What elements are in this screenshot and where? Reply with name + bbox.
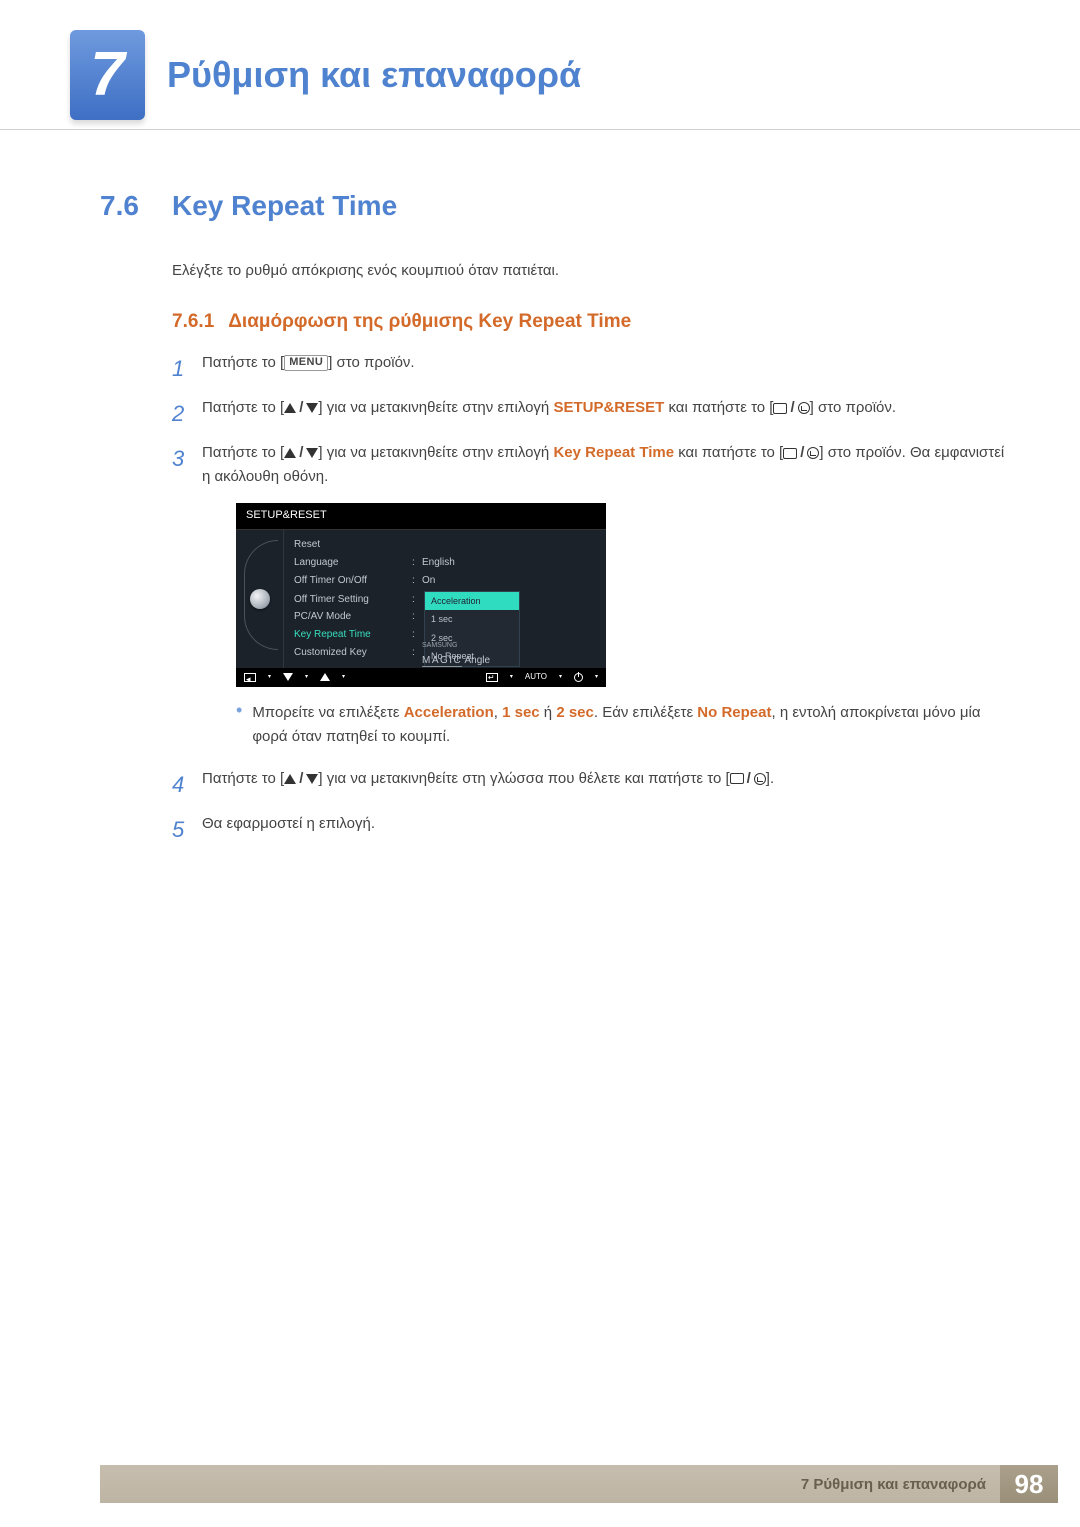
highlight-text: 1 sec xyxy=(502,704,540,721)
step-text: Πατήστε το [/] για να μετακινηθείτε στην… xyxy=(202,396,1005,431)
osd-screenshot: SETUP&RESET Reset Language:English Off T… xyxy=(236,503,606,686)
step-number: 2 xyxy=(172,396,202,431)
content-area: 7.6 Key Repeat Time Ελέγξτε το ρυθμό από… xyxy=(0,130,1080,847)
osd-menu: Reset Language:English Off Timer On/Off:… xyxy=(284,530,606,668)
highlight-text: Acceleration xyxy=(404,704,494,721)
bullet-icon: • xyxy=(236,701,242,749)
menu-button-icon: MENU xyxy=(284,355,328,370)
step-number: 1 xyxy=(172,351,202,386)
page-number: 98 xyxy=(1000,1465,1058,1503)
up-down-icon: / xyxy=(284,441,318,465)
subsection-heading: 7.6.1 Διαμόρφωση της ρύθμισης Key Repeat… xyxy=(172,311,1005,333)
text: ] για να μετακινηθείτε στη γλώσσα που θέ… xyxy=(318,770,729,787)
text: ]. xyxy=(766,770,774,787)
text: και πατήστε το [ xyxy=(674,444,783,461)
screen-enter-icon: / xyxy=(783,441,819,465)
text: Μπορείτε να επιλέξετε xyxy=(252,704,403,721)
text: ] για να μετακινηθείτε στην επιλογή xyxy=(318,399,553,416)
text: ή xyxy=(540,704,557,721)
step-text: Πατήστε το [/] για να μετακινηθείτε στην… xyxy=(202,441,1005,756)
power-icon xyxy=(574,673,583,682)
step-text: Πατήστε το [/] για να μετακινηθείτε στη … xyxy=(202,767,1005,802)
samsung-label: SAMSUNG xyxy=(422,642,457,649)
osd-row-reset: Reset xyxy=(284,536,606,554)
osd-title: SETUP&RESET xyxy=(236,503,606,530)
text: Πατήστε το [ xyxy=(202,354,284,371)
up-icon xyxy=(320,673,330,681)
bullet-text: Μπορείτε να επιλέξετε Acceleration, 1 se… xyxy=(252,701,1005,749)
osd-row-off-timer-onoff: Off Timer On/Off:On xyxy=(284,572,606,590)
step-number: 4 xyxy=(172,767,202,802)
osd-option: 1 sec xyxy=(425,610,519,628)
highlight-text: Key Repeat Time xyxy=(553,444,674,461)
text: Angle xyxy=(462,655,490,666)
osd-row-language: Language:English xyxy=(284,554,606,572)
step-1: 1 Πατήστε το [MENU] στο προϊόν. xyxy=(172,351,1005,386)
footer-text: 7 Ρύθμιση και επαναφορά xyxy=(801,1476,986,1493)
text: Πατήστε το [ xyxy=(202,444,284,461)
chapter-number-badge: 7 xyxy=(70,30,145,120)
osd-option-selected: Acceleration xyxy=(425,592,519,610)
up-down-icon: / xyxy=(284,767,318,791)
step-4: 4 Πατήστε το [/] για να μετακινηθείτε στ… xyxy=(172,767,1005,802)
enter-icon xyxy=(486,673,498,682)
section-title: Key Repeat Time xyxy=(172,190,397,222)
screen-enter-icon: / xyxy=(773,396,809,420)
back-icon: ◂ xyxy=(244,673,256,682)
osd-footer: ◂ ▾ ▾ ▾ ▾ AUTO ▾ xyxy=(236,668,606,687)
osd-left-panel xyxy=(236,530,284,668)
step-text: Θα εφαρμοστεί η επιλογή. xyxy=(202,812,1005,847)
text: ] στο προϊόν. xyxy=(328,354,414,371)
step-3: 3 Πατήστε το [/] για να μετακινηθείτε στ… xyxy=(172,441,1005,756)
steps-list: 1 Πατήστε το [MENU] στο προϊόν. 2 Πατήστ… xyxy=(172,351,1005,847)
text: ] για να μετακινηθείτε στην επιλογή xyxy=(318,444,553,461)
highlight-text: SETUP&RESET xyxy=(553,399,664,416)
osd-row-off-timer-setting: Off Timer Setting: Acceleration 1 sec 2 … xyxy=(284,590,606,608)
step-number: 5 xyxy=(172,812,202,847)
bullet-item: • Μπορείτε να επιλέξετε Acceleration, 1 … xyxy=(236,701,1005,749)
text: . Εάν επιλέξετε xyxy=(594,704,697,721)
footer-bar: 7 Ρύθμιση και επαναφορά xyxy=(100,1465,1000,1503)
screen-enter-icon: / xyxy=(730,767,766,791)
section-description: Ελέγξτε το ρυθμό απόκρισης ενός κουμπιού… xyxy=(172,262,1005,279)
subsection-number: 7.6.1 xyxy=(172,311,214,333)
chapter-title: Ρύθμιση και επαναφορά xyxy=(167,54,581,96)
highlight-text: No Repeat xyxy=(697,704,771,721)
down-icon xyxy=(283,673,293,681)
text: , xyxy=(494,704,502,721)
up-down-icon: / xyxy=(284,396,318,420)
step-2: 2 Πατήστε το [/] για να μετακινηθείτε στ… xyxy=(172,396,1005,431)
auto-label: AUTO xyxy=(525,671,547,684)
highlight-text: 2 sec xyxy=(556,704,594,721)
subsection-title: Διαμόρφωση της ρύθμισης Key Repeat Time xyxy=(228,311,631,333)
text: Πατήστε το [ xyxy=(202,770,284,787)
step-5: 5 Θα εφαρμοστεί η επιλογή. xyxy=(172,812,1005,847)
page-header: 7 Ρύθμιση και επαναφορά xyxy=(0,0,1080,130)
section-heading: 7.6 Key Repeat Time xyxy=(100,190,1005,222)
page-footer: 7 Ρύθμιση και επαναφορά 98 xyxy=(0,1465,1080,1503)
text: ] στο προϊόν. xyxy=(810,399,896,416)
osd-body: Reset Language:English Off Timer On/Off:… xyxy=(236,530,606,668)
magic-label: MAGIC xyxy=(422,655,462,667)
text: και πατήστε το [ xyxy=(664,399,773,416)
osd-row-custom-key: Customized Key: SAMSUNG MAGIC Angle xyxy=(284,644,606,662)
step-number: 3 xyxy=(172,441,202,756)
section-number: 7.6 xyxy=(100,190,172,222)
step-text: Πατήστε το [MENU] στο προϊόν. xyxy=(202,351,1005,386)
text: Πατήστε το [ xyxy=(202,399,284,416)
